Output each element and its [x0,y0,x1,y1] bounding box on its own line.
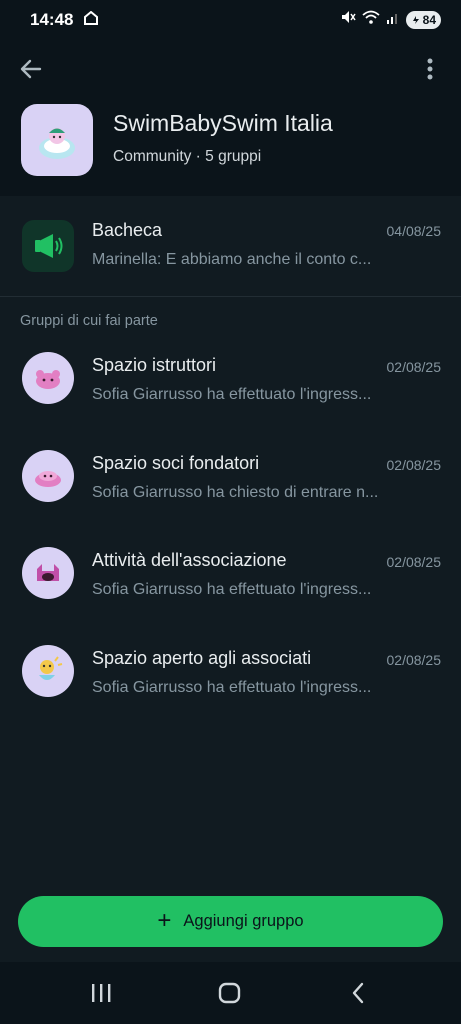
recents-icon [92,984,111,1002]
status-bar: 14:48 84 [0,0,461,40]
nav-back-button[interactable] [344,980,374,1006]
community-subtitle: Community · 5 gruppi [113,148,262,165]
group-row[interactable]: Attività dell'associazione 02/08/25 Sofi… [0,529,461,607]
arrow-left-icon [20,59,42,79]
home-icon [218,982,241,1004]
signal-icon [386,10,400,29]
home-status-icon [84,10,98,30]
community-name: SwimBabySwim Italia [113,110,333,136]
nav-recents-button[interactable] [86,980,116,1006]
group-title: Attività dell'associazione [92,550,287,570]
megaphone-icon [35,234,63,258]
group-date: 02/08/25 [386,359,442,375]
announcement-preview: Marinella: E abbiamo anche il conto c... [92,251,372,268]
chevron-left-icon [352,982,364,1004]
group-avatar [22,352,74,404]
announcement-title: Bacheca [92,220,163,240]
group-title: Spazio istruttori [92,355,217,375]
community-content: Bacheca 04/08/25 Marinella: E abbiamo an… [0,196,461,962]
status-time: 14:48 [30,10,74,29]
group-avatar [22,645,74,697]
status-icons: 84 [340,9,441,30]
group-avatar [22,547,74,599]
group-title: Spazio soci fondatori [92,453,260,473]
group-row[interactable]: Spazio soci fondatori 02/08/25 Sofia Gia… [0,432,461,510]
group-date: 02/08/25 [386,652,442,668]
app-bar [0,44,461,92]
group-emoji-icon [35,471,61,487]
group-preview: Sofia Giarrusso ha effettuato l'ingress.… [92,581,372,598]
back-button[interactable] [16,54,46,84]
add-group-button[interactable]: + Aggiungi gruppo [18,896,443,947]
community-header: SwimBabySwim Italia Community · 5 gruppi [0,92,461,196]
group-avatar [22,450,74,502]
more-options-button[interactable] [415,54,445,84]
system-nav-bar [0,962,461,1024]
more-vertical-icon [427,58,433,80]
group-preview: Sofia Giarrusso ha effettuato l'ingress.… [92,386,372,403]
add-group-label: Aggiungi gruppo [183,912,304,930]
plus-icon: + [157,906,172,934]
battery-level: 84 [422,12,436,27]
group-emoji-icon [39,656,63,680]
announcement-row[interactable]: Bacheca 04/08/25 Marinella: E abbiamo an… [0,196,461,274]
group-preview: Sofia Giarrusso ha chiesto di entrare n.… [92,484,379,501]
group-row[interactable]: Spazio istruttori 02/08/25 Sofia Giarrus… [0,334,461,412]
group-date: 02/08/25 [386,457,442,473]
section-divider [0,296,461,297]
section-label: Gruppi di cui fai parte [20,313,158,329]
group-preview: Sofia Giarrusso ha effettuato l'ingress.… [92,679,372,696]
community-avatar[interactable] [21,104,93,176]
group-emoji-icon [36,370,60,389]
wifi-icon [362,10,380,29]
community-emoji-icon [39,128,75,159]
group-row[interactable]: Spazio aperto agli associati 02/08/25 So… [0,627,461,705]
group-emoji-icon [37,564,59,581]
group-date: 02/08/25 [386,554,442,570]
announcement-date: 04/08/25 [386,223,442,239]
announcement-avatar [22,220,74,272]
battery-indicator: 84 [405,10,441,29]
mute-icon [340,9,356,30]
group-title: Spazio aperto agli associati [92,648,312,668]
nav-home-button[interactable] [215,980,245,1006]
